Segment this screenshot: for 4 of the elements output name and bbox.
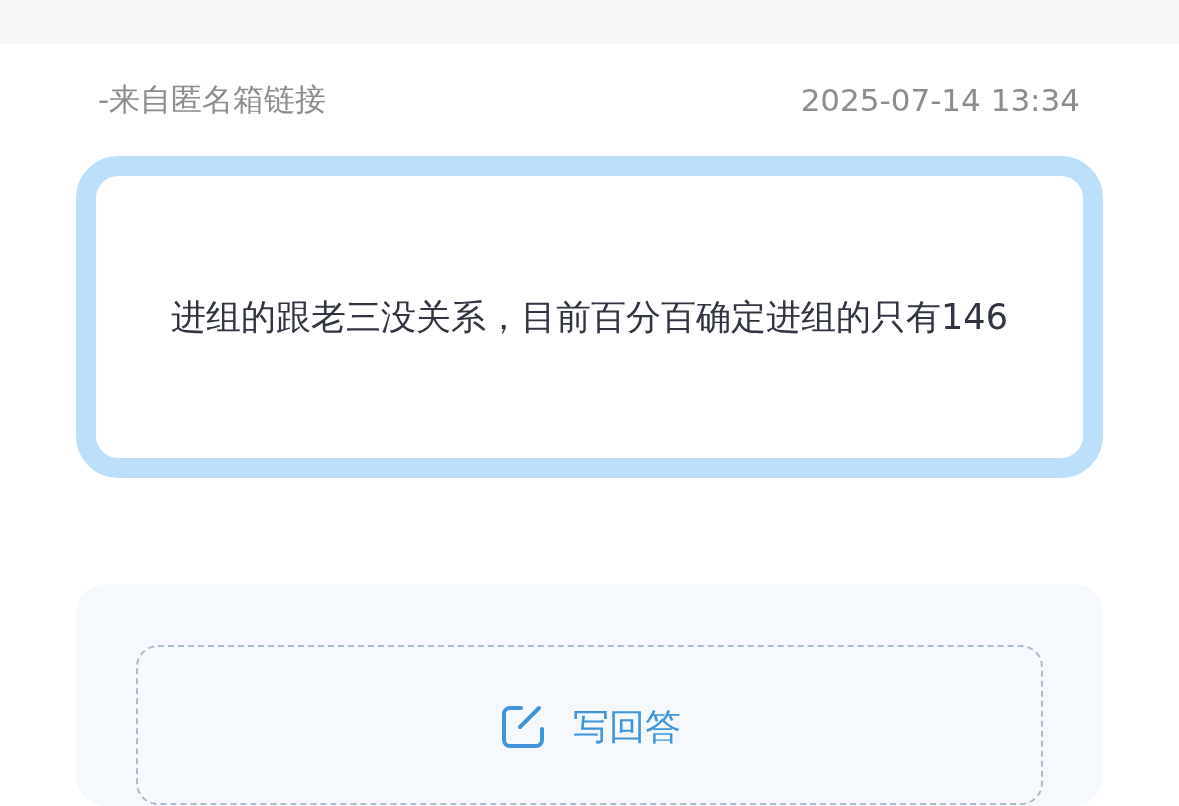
- source-label: -来自匿名箱链接: [98, 80, 327, 119]
- question-text: 进组的跟老三没关系，目前百分百确定进组的只有146: [170, 296, 1009, 339]
- timestamp: 2025-07-14 13:34: [800, 82, 1080, 118]
- write-answer-button[interactable]: 写回答: [136, 645, 1043, 805]
